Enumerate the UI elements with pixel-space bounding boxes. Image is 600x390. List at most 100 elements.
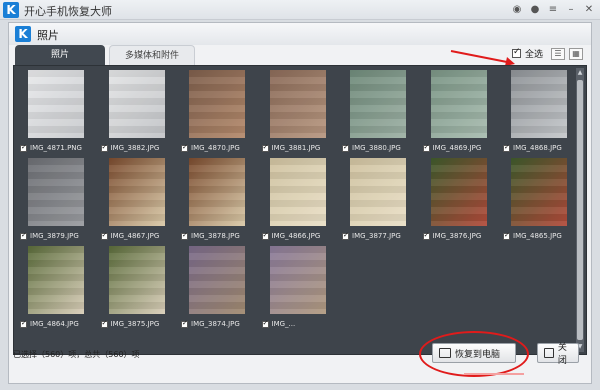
photo-caption: IMG_... [261,318,342,330]
photo-thumbnail[interactable] [108,158,165,226]
photo-caption: IMG_3878.JPG [181,230,261,242]
photo-caption: IMG_3874.JPG [181,318,261,330]
photo-thumbnail[interactable] [511,70,567,138]
view-toolbar: 全选 ☰ ▦ [511,47,583,60]
photo-item[interactable]: IMG_3877.JPG [342,158,412,242]
photo-thumbnail[interactable] [269,246,326,314]
photo-item[interactable]: IMG_3880.JPG [342,70,412,154]
photo-filename: IMG_4871.PNG [30,144,82,152]
photo-item[interactable]: IMG_3875.JPG [100,246,171,330]
photo-thumbnail[interactable] [189,158,245,226]
photo-thumbnail[interactable] [28,70,84,138]
photo-item[interactable]: IMG_4864.JPG [20,246,90,330]
photo-thumbnail[interactable] [511,158,567,226]
annotation-underline [464,373,524,375]
photo-thumbnail[interactable] [108,70,165,138]
photo-checkbox[interactable] [20,143,27,152]
photo-thumbnail[interactable] [430,70,487,138]
annotation-ellipse [419,331,529,377]
photo-filename: IMG_4868.JPG [513,144,562,152]
scroll-up-icon[interactable]: ▲ [576,69,584,77]
photo-checkbox[interactable] [261,143,269,152]
photo-checkbox[interactable] [181,143,188,152]
photo-item[interactable]: IMG_3879.JPG [20,158,90,242]
photo-item[interactable]: IMG_4868.JPG [503,70,573,154]
photo-thumbnail[interactable] [189,246,245,314]
photo-thumbnail[interactable] [28,246,84,314]
photo-caption: IMG_4868.JPG [503,142,583,154]
photo-checkbox[interactable] [100,319,108,328]
photo-checkbox[interactable] [100,143,108,152]
dialog-logo-icon: K [15,26,31,42]
photo-filename: IMG_3881.JPG [271,144,321,152]
close-button[interactable]: 关闭 [537,343,579,366]
photo-filename: IMG_3875.JPG [110,320,160,328]
photo-thumbnail[interactable] [350,158,406,226]
app-title: 开心手机恢复大师 [24,5,112,18]
photo-filename: IMG_4865.JPG [513,232,562,240]
photo-item[interactable]: IMG_4867.JPG [100,158,171,242]
photo-checkbox[interactable] [100,231,108,240]
scroll-thumb[interactable] [577,80,583,340]
photo-thumbnail[interactable] [430,158,487,226]
photo-caption: IMG_4865.JPG [503,230,583,242]
photo-item[interactable]: IMG_4869.JPG [422,70,493,154]
photo-thumbnail[interactable] [269,158,326,226]
photo-item[interactable]: IMG_4866.JPG [261,158,332,242]
photo-checkbox[interactable] [261,319,269,328]
photo-checkbox[interactable] [342,143,349,152]
photo-filename: IMG_3879.JPG [30,232,79,240]
photo-filename: IMG_4867.JPG [110,232,160,240]
photo-filename: IMG_3878.JPG [191,232,240,240]
photo-caption: IMG_3879.JPG [20,230,100,242]
photo-item[interactable]: IMG_4871.PNG [20,70,90,154]
photo-item[interactable]: IMG_3882.JPG [100,70,171,154]
photo-checkbox[interactable] [181,231,188,240]
photo-thumbnail[interactable] [350,70,406,138]
app-logo-icon: K [3,2,19,18]
photo-checkbox[interactable] [503,143,510,152]
photo-item[interactable]: IMG_3878.JPG [181,158,251,242]
select-all-checkbox[interactable] [511,47,521,58]
photo-caption: IMG_4864.JPG [20,318,100,330]
wechat-icon[interactable]: ◉ [510,3,524,17]
photo-thumbnail[interactable] [189,70,245,138]
close-window-icon[interactable]: ✕ [582,3,596,17]
photo-filename: IMG_3876.JPG [432,232,482,240]
vertical-scrollbar[interactable]: ▲ ▼ [576,68,584,352]
photo-thumbnail[interactable] [28,158,84,226]
photo-item[interactable]: IMG_... [261,246,332,330]
photo-checkbox[interactable] [422,231,430,240]
photo-item[interactable]: IMG_4870.JPG [181,70,251,154]
photo-checkbox[interactable] [20,319,27,328]
photo-checkbox[interactable] [342,231,349,240]
photo-checkbox[interactable] [503,231,510,240]
exit-icon [544,348,554,358]
photo-filename: IMG_... [271,320,296,328]
list-view-icon[interactable]: ☰ [551,47,565,60]
photo-caption: IMG_4870.JPG [181,142,261,154]
photo-item[interactable]: IMG_3881.JPG [261,70,332,154]
chat-icon[interactable]: ● [528,3,542,17]
grid-view-icon[interactable]: ▦ [569,47,583,60]
photo-thumbnail[interactable] [108,246,165,314]
photo-filename: IMG_4864.JPG [30,320,79,328]
select-all-label: 全选 [524,50,543,60]
photo-caption: IMG_3882.JPG [100,142,181,154]
photo-filename: IMG_3874.JPG [191,320,240,328]
close-label: 关闭 [557,343,567,366]
photo-filename: IMG_3880.JPG [352,144,401,152]
photo-checkbox[interactable] [261,231,269,240]
photo-checkbox[interactable] [422,143,430,152]
window-titlebar: K 开心手机恢复大师 ◉ ● ≡ – ✕ [0,0,600,20]
photo-thumbnail[interactable] [269,70,326,138]
photo-checkbox[interactable] [181,319,188,328]
minimize-icon[interactable]: – [564,3,578,17]
photo-item[interactable]: IMG_4865.JPG [503,158,573,242]
photo-item[interactable]: IMG_3876.JPG [422,158,493,242]
menu-icon[interactable]: ≡ [546,3,560,17]
photo-checkbox[interactable] [20,231,27,240]
tab-media-attachments[interactable]: 多媒体和附件 [109,45,195,65]
photo-item[interactable]: IMG_3874.JPG [181,246,251,330]
tab-photos[interactable]: 照片 [15,45,105,65]
